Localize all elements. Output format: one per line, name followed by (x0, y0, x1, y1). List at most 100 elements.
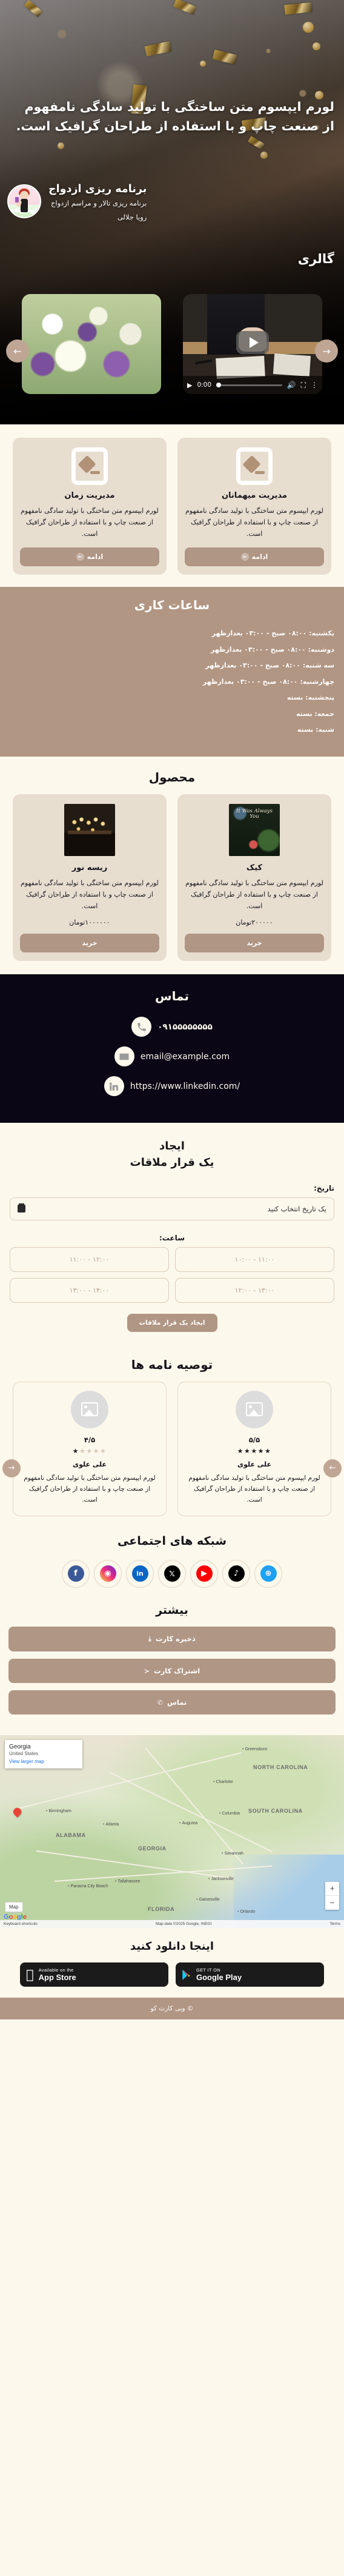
appointment-title-line2: یک قرار ملاقات (130, 1156, 214, 1169)
appointment-title: ایجاد یک قرار ملاقات (10, 1139, 334, 1170)
app-store-button[interactable]:  Available on the App Store (20, 1962, 168, 1987)
product-description: لورم ایپسوم متن ساختگی با تولید سادگی نا… (21, 878, 159, 910)
social-link-instagram[interactable]: ◉ (94, 1559, 122, 1588)
working-hours-row: سه شنبه: ۰۸:۰۰ صبح - ۰۳:۰۰ بعدازظهر (205, 661, 334, 670)
footer-copyright: © وبی کارت کو (150, 2005, 194, 2013)
linkedin-icon (104, 1076, 124, 1097)
product-buy-button[interactable]: خرید (20, 934, 159, 953)
testimonial-score: ۵/۵ (248, 1435, 260, 1444)
map-section[interactable]: NORTH CAROLINA SOUTH CAROLINA ALABAMA GE… (0, 1735, 344, 1928)
video-controls[interactable]: ▶ 0:00 🔊 ⛶ ⋮ (183, 376, 322, 394)
map-terms-link[interactable]: Terms (329, 1922, 340, 1926)
testimonial-avatar (71, 1390, 108, 1428)
map-region-label: ALABAMA (56, 1832, 86, 1838)
map-city-label: Jacksonville (208, 1877, 234, 1881)
social-link-website[interactable]: ⊕ (254, 1559, 282, 1588)
appointment-section: ایجاد یک قرار ملاقات تاریخ: یک تاریخ انت… (0, 1123, 344, 1344)
social-title: شبکه های اجتماعی (117, 1534, 227, 1548)
map-view-larger-link[interactable]: View larger map (9, 1759, 78, 1764)
time-slot-option[interactable]: ۱۴:۰۰ - ۱۳:۰۰ (10, 1277, 169, 1303)
map-zoom-in-button[interactable]: + (325, 1882, 339, 1896)
tiktok-icon: ♪ (228, 1565, 245, 1582)
service-continue-label: ادامه (251, 552, 268, 561)
map-location-title: Georgia (9, 1743, 31, 1750)
hero-profile: برنامه ریزی ازدواج برنامه ریزی تالار و م… (7, 182, 337, 221)
map-region-label: NORTH CAROLINA (253, 1764, 308, 1770)
working-hours-row: دوشنبه: ۰۸:۰۰ صبح - ۰۳:۰۰ بعدازظهر (211, 645, 334, 654)
map-city-label: Columbia (219, 1812, 240, 1816)
map-region-label: GEORGIA (138, 1845, 167, 1852)
map-city-label: Savannah (222, 1852, 243, 1856)
map-data-attribution: Map data ©2025 Google, INEGI (156, 1921, 212, 1926)
service-continue-button[interactable]: ادامه← (185, 547, 324, 567)
share-card-button[interactable]: اشتراک کارت ≺ (8, 1658, 336, 1683)
social-link-youtube[interactable]: ▶ (190, 1559, 218, 1588)
map-type-button[interactable]: Map (5, 1901, 23, 1912)
date-placeholder: یک تاریخ انتخاب کنید (267, 1204, 326, 1213)
gallery-next-arrow-icon[interactable]: → (315, 340, 338, 363)
image-placeholder-icon (240, 452, 268, 481)
map-region-label: FLORIDA (148, 1905, 175, 1912)
service-title: مدیریت میهمانان (221, 491, 288, 500)
social-link-facebook[interactable]: f (62, 1559, 90, 1588)
testimonials-carousel: ۵/۵ ★★★★★ علی علوی لورم ایپسوم متن ساختگ… (8, 1381, 336, 1516)
gallery-image-item[interactable] (22, 294, 161, 394)
facebook-icon: f (67, 1565, 84, 1582)
testimonial-author: علی علوی (73, 1460, 107, 1468)
call-button[interactable]: تماس ✆ (8, 1690, 336, 1715)
volume-icon[interactable]: 🔊 (287, 381, 296, 389)
app-store-large-label: App Store (31, 1972, 76, 1982)
gallery-prev-arrow-icon[interactable]: ← (6, 340, 29, 363)
social-link-x[interactable]: 𝕏 (158, 1559, 186, 1588)
download-section: اینجا دانلود کنید GET IT ON Google Play … (0, 1927, 344, 1998)
contact-phone-row[interactable]: ۰۹۱۵۵۵۵۵۵۵۵ (10, 1017, 334, 1037)
play-icon[interactable] (236, 330, 269, 354)
linkedin-icon: in (131, 1565, 148, 1582)
testimonials-prev-arrow-icon[interactable]: → (2, 1459, 21, 1477)
instagram-icon: ◉ (99, 1565, 116, 1582)
service-card: مدیریت میهمانان لورم ایپسوم متن ساختگی ب… (177, 438, 331, 575)
service-card: مدیریت زمان لورم ایپسوم متن ساختگی با تو… (13, 438, 167, 575)
gallery-video-item[interactable]: ▶ 0:00 🔊 ⛶ ⋮ (183, 294, 322, 394)
social-link-linkedin[interactable]: in (126, 1559, 154, 1588)
product-buy-button[interactable]: خرید (185, 934, 324, 953)
save-card-button[interactable]: ذخیره کارت ⤓ (8, 1626, 336, 1651)
video-progress-bar[interactable] (216, 383, 282, 387)
testimonials-next-arrow-icon[interactable]: ← (323, 1459, 342, 1477)
testimonials-section: ← → ۵/۵ ★★★★★ علی علوی لورم ایپسوم متن س… (0, 1381, 344, 1524)
time-slot-option[interactable]: ۱۱:۰۰ - ۱۰:۰۰ (175, 1246, 334, 1272)
time-slot-option[interactable]: ۱۲:۰۰ - ۱۱:۰۰ (10, 1246, 169, 1272)
footer: © وبی کارت کو (0, 1998, 344, 2020)
contact-email-row[interactable]: email@example.com (10, 1046, 334, 1067)
map-info-card: Georgia United States View larger map (5, 1739, 82, 1768)
gallery-carousel: ▶ 0:00 🔊 ⛶ ⋮ (0, 294, 344, 394)
service-image (71, 447, 108, 485)
profile-name: برنامه ریزی ازدواج (48, 183, 147, 195)
call-label: تماس (167, 1698, 187, 1707)
products-section: کیک لورم ایپسوم متن ساختگی با تولید سادگ… (0, 794, 344, 975)
service-description: لورم ایپسوم متن ساختگی با تولید سادگی نا… (21, 507, 159, 538)
google-play-button[interactable]: GET IT ON Google Play (176, 1962, 324, 1987)
social-link-tiktok[interactable]: ♪ (222, 1559, 250, 1588)
more-options-icon[interactable]: ⋮ (311, 381, 318, 389)
contact-linkedin-row[interactable]: https://www.linkedin.com/ (10, 1076, 334, 1097)
create-appointment-button[interactable]: ایجاد یک قرار ملاقات (127, 1313, 217, 1332)
map-zoom-controls[interactable]: + − (325, 1881, 339, 1910)
social-section: شبکه های اجتماعی ⊕ ♪ ▶ 𝕏 in ◉ f (0, 1523, 344, 1593)
map-city-label: Augusta (179, 1821, 197, 1825)
map-zoom-out-button[interactable]: − (325, 1896, 339, 1910)
testimonial-stars: ★★★★★ (237, 1447, 272, 1455)
fullscreen-icon[interactable]: ⛶ (301, 381, 306, 390)
play-small-icon[interactable]: ▶ (187, 381, 192, 389)
service-continue-button[interactable]: ادامه← (20, 547, 159, 567)
product-name: کیک (246, 863, 263, 872)
working-hours-row: پنجشنبه: بسته (286, 694, 334, 702)
gallery-title: گالری (297, 252, 334, 266)
map-keyboard-shortcuts[interactable]: Keyboard shortcuts (4, 1922, 38, 1926)
working-hours-row: یکشنبه: ۰۸:۰۰ صبح - ۰۳:۰۰ بعدازظهر (211, 629, 334, 638)
service-description: لورم ایپسوم متن ساختگی با تولید سادگی نا… (185, 507, 323, 538)
time-slot-option[interactable]: ۱۳:۰۰ - ۱۲:۰۰ (175, 1277, 334, 1303)
date-picker-input[interactable]: یک تاریخ انتخاب کنید (10, 1197, 334, 1220)
avatar (7, 184, 41, 219)
map-city-label: Charlotte (213, 1780, 233, 1784)
